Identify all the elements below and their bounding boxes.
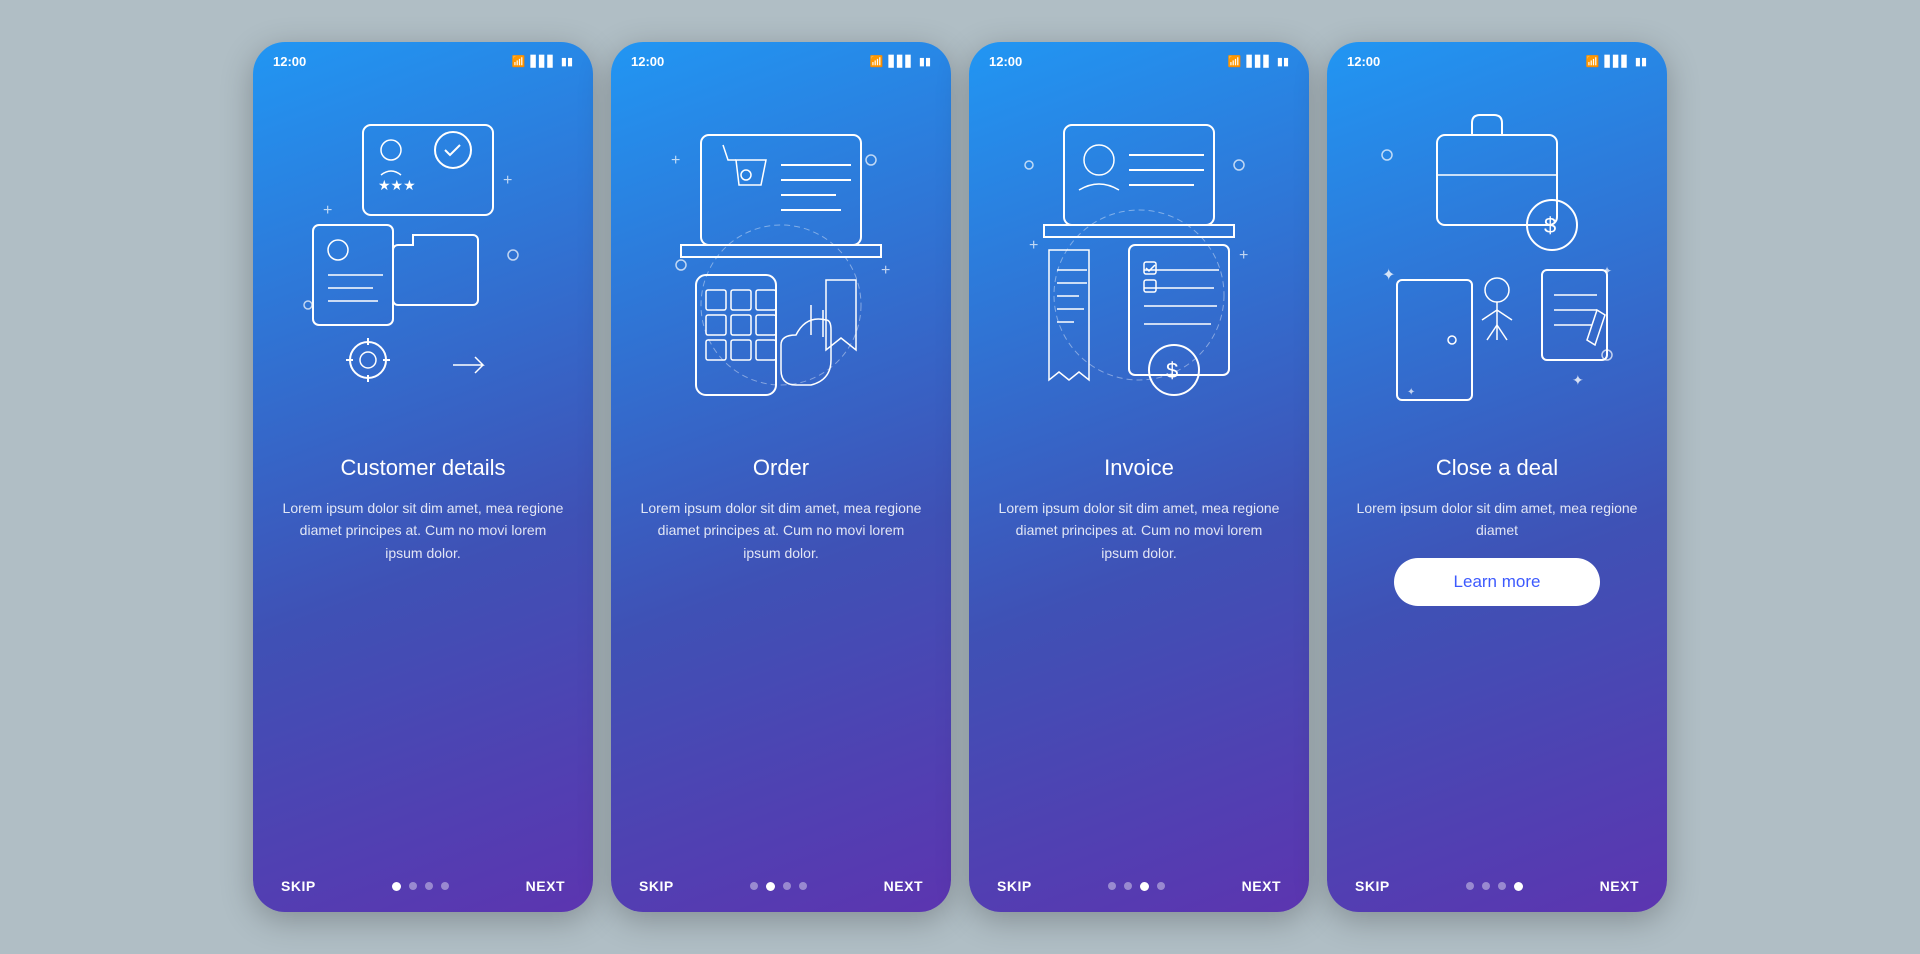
phone-screen-1: 12:00 📶 ▋▋▋ ▮▮ ★★★ (253, 42, 593, 912)
svg-text:+: + (503, 172, 512, 189)
svg-text:✦: ✦ (1407, 387, 1415, 398)
signal-icon: ▋▋▋ (531, 55, 556, 68)
illustration-4: $ ✦ ✦ ✦ ✦ (1327, 75, 1667, 455)
screen-body-4: Lorem ipsum dolor sit dim amet, mea regi… (1355, 497, 1639, 542)
svg-text:★★★: ★★★ (378, 177, 416, 193)
status-bar-3: 12:00 📶 ▋▋▋ ▮▮ (969, 42, 1309, 75)
dot-3-4 (1157, 882, 1165, 890)
nav-bar-1: SKIP NEXT (253, 866, 593, 912)
invoice-illustration: $ + + (999, 105, 1279, 425)
svg-text:$: $ (1166, 358, 1178, 383)
next-button-4[interactable]: NEXT (1600, 878, 1639, 894)
dot-1-1 (392, 882, 401, 891)
status-bar-4: 12:00 📶 ▋▋▋ ▮▮ (1327, 42, 1667, 75)
status-icons-1: 📶 ▋▋▋ ▮▮ (512, 55, 573, 68)
battery-icon-4: ▮▮ (1635, 55, 1647, 68)
phone-screen-3: 12:00 📶 ▋▋▋ ▮▮ (969, 42, 1309, 912)
illustration-2: + + (611, 75, 951, 455)
svg-text:+: + (881, 262, 890, 279)
dot-4-2 (1482, 882, 1490, 890)
svg-text:$: $ (1544, 213, 1556, 238)
next-button-2[interactable]: NEXT (884, 878, 923, 894)
status-time-1: 12:00 (273, 54, 306, 69)
svg-text:✦: ✦ (1572, 372, 1584, 388)
screen-title-4: Close a deal (1436, 455, 1558, 481)
dot-4-1 (1466, 882, 1474, 890)
close-deal-illustration: $ ✦ ✦ ✦ ✦ (1357, 105, 1637, 425)
wifi-icon: 📶 (512, 55, 526, 68)
phone-screen-4: 12:00 📶 ▋▋▋ ▮▮ $ (1327, 42, 1667, 912)
content-1: Customer details Lorem ipsum dolor sit d… (253, 455, 593, 866)
next-button-1[interactable]: NEXT (526, 878, 565, 894)
customer-details-illustration: ★★★ + + (283, 105, 563, 425)
dot-2-4 (799, 882, 807, 890)
svg-text:+: + (1239, 247, 1248, 264)
content-4: Close a deal Lorem ipsum dolor sit dim a… (1327, 455, 1667, 866)
status-icons-2: 📶 ▋▋▋ ▮▮ (870, 55, 931, 68)
screen-title-1: Customer details (340, 455, 505, 481)
svg-text:+: + (671, 152, 680, 169)
nav-bar-2: SKIP NEXT (611, 866, 951, 912)
nav-dots-4 (1466, 882, 1523, 891)
status-time-2: 12:00 (631, 54, 664, 69)
phone-screen-2: 12:00 📶 ▋▋▋ ▮▮ (611, 42, 951, 912)
nav-bar-3: SKIP NEXT (969, 866, 1309, 912)
nav-dots-3 (1108, 882, 1165, 891)
screen-body-1: Lorem ipsum dolor sit dim amet, mea regi… (281, 497, 565, 564)
status-icons-3: 📶 ▋▋▋ ▮▮ (1228, 55, 1289, 68)
battery-icon-2: ▮▮ (919, 55, 931, 68)
illustration-3: $ + + (969, 75, 1309, 455)
wifi-icon-3: 📶 (1228, 55, 1242, 68)
order-illustration: + + (641, 105, 921, 425)
screens-container: 12:00 📶 ▋▋▋ ▮▮ ★★★ (253, 42, 1667, 912)
dot-4-3 (1498, 882, 1506, 890)
skip-button-2[interactable]: SKIP (639, 878, 674, 894)
screen-body-2: Lorem ipsum dolor sit dim amet, mea regi… (639, 497, 923, 564)
status-bar-2: 12:00 📶 ▋▋▋ ▮▮ (611, 42, 951, 75)
next-button-3[interactable]: NEXT (1242, 878, 1281, 894)
dot-1-4 (441, 882, 449, 890)
wifi-icon-2: 📶 (870, 55, 884, 68)
content-3: Invoice Lorem ipsum dolor sit dim amet, … (969, 455, 1309, 866)
dot-4-4 (1514, 882, 1523, 891)
svg-text:+: + (323, 202, 332, 219)
learn-more-button[interactable]: Learn more (1394, 558, 1601, 606)
illustration-1: ★★★ + + (253, 75, 593, 455)
wifi-icon-4: 📶 (1586, 55, 1600, 68)
dot-3-1 (1108, 882, 1116, 890)
svg-text:✦: ✦ (1382, 267, 1395, 284)
status-bar-1: 12:00 📶 ▋▋▋ ▮▮ (253, 42, 593, 75)
dot-2-3 (783, 882, 791, 890)
battery-icon-3: ▮▮ (1277, 55, 1289, 68)
dot-1-3 (425, 882, 433, 890)
battery-icon: ▮▮ (561, 55, 573, 68)
skip-button-1[interactable]: SKIP (281, 878, 316, 894)
svg-text:✦: ✦ (1602, 264, 1612, 278)
signal-icon-4: ▋▋▋ (1605, 55, 1630, 68)
status-time-3: 12:00 (989, 54, 1022, 69)
skip-button-3[interactable]: SKIP (997, 878, 1032, 894)
screen-title-3: Invoice (1104, 455, 1174, 481)
status-icons-4: 📶 ▋▋▋ ▮▮ (1586, 55, 1647, 68)
dot-2-2 (766, 882, 775, 891)
nav-dots-2 (750, 882, 807, 891)
signal-icon-2: ▋▋▋ (889, 55, 914, 68)
dot-3-2 (1124, 882, 1132, 890)
nav-dots-1 (392, 882, 449, 891)
status-time-4: 12:00 (1347, 54, 1380, 69)
dot-3-3 (1140, 882, 1149, 891)
content-2: Order Lorem ipsum dolor sit dim amet, me… (611, 455, 951, 866)
skip-button-4[interactable]: SKIP (1355, 878, 1390, 894)
screen-title-2: Order (753, 455, 809, 481)
screen-body-3: Lorem ipsum dolor sit dim amet, mea regi… (997, 497, 1281, 564)
svg-text:+: + (1029, 237, 1038, 254)
dot-2-1 (750, 882, 758, 890)
signal-icon-3: ▋▋▋ (1247, 55, 1272, 68)
dot-1-2 (409, 882, 417, 890)
nav-bar-4: SKIP NEXT (1327, 866, 1667, 912)
